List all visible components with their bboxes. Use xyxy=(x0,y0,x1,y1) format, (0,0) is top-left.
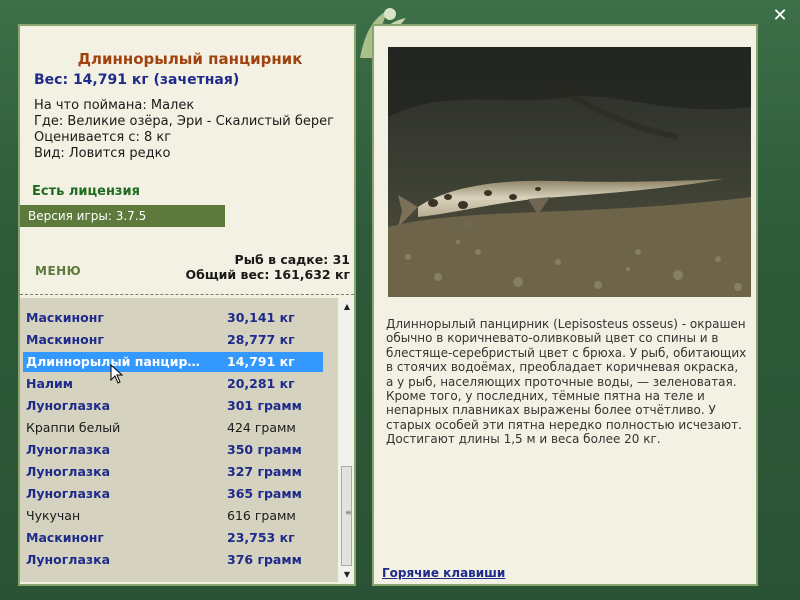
catch-fish-weight: 20,281 кг xyxy=(227,376,295,391)
fish-photo xyxy=(388,47,751,297)
catch-list-item[interactable]: Луноглазка 350 грамм xyxy=(23,440,323,460)
catch-list-item[interactable]: Налим 20,281 кг xyxy=(23,374,323,394)
scroll-down-arrow-icon[interactable]: ▼ xyxy=(340,568,354,582)
scroll-thumb[interactable]: ≡ xyxy=(341,466,352,566)
catch-list-item[interactable]: Маскинонг 23,753 кг xyxy=(23,528,323,548)
catch-fish-name: Луноглазка xyxy=(26,464,111,479)
scroll-up-arrow-icon[interactable]: ▲ xyxy=(340,300,354,314)
catch-fish-name: Маскинонг xyxy=(26,332,104,347)
catch-fish-weight: 365 грамм xyxy=(227,486,302,501)
catch-list-item[interactable]: Краппи белый 424 грамм xyxy=(23,418,323,438)
catch-list-item[interactable]: Маскинонг 28,777 кг xyxy=(23,330,323,350)
catch-fish-name: Чукучан xyxy=(26,508,81,523)
license-status: Есть лицензия xyxy=(32,184,140,199)
catch-fish-name: Луноглазка xyxy=(26,442,111,457)
catch-list-item[interactable]: Луноглазка 301 грамм xyxy=(23,396,323,416)
catch-list-item[interactable]: Длиннорылый панцирник 14,791 кг xyxy=(23,352,323,372)
fish-info-panel: Длиннорылый панцирник Вес: 14,791 кг (за… xyxy=(18,24,356,586)
fish-count: Рыб в садке: 31 xyxy=(234,252,350,267)
catch-list-item[interactable]: Чукучан 616 грамм xyxy=(23,506,323,526)
location-info: Где: Великие озёра, Эри - Скалистый бере… xyxy=(34,114,334,129)
grip-icon: ≡ xyxy=(345,508,352,517)
divider xyxy=(20,294,354,295)
catch-fish-weight: 30,141 кг xyxy=(227,310,295,325)
catch-fish-weight: 424 грамм xyxy=(227,420,296,435)
catch-list-item[interactable]: Маскинонг 30,141 кг xyxy=(23,308,323,328)
catch-fish-weight: 28,777 кг xyxy=(227,332,295,347)
fish-description: Длиннорылый панцирник (Lepisosteus osseu… xyxy=(386,317,747,447)
total-weight: Общий вес: 161,632 кг xyxy=(185,267,351,282)
fish-title: Длиннорылый панцирник xyxy=(77,50,303,68)
game-version-bar: Версия игры: 3.7.5 xyxy=(20,205,225,227)
catch-fish-weight: 350 грамм xyxy=(227,442,302,457)
catch-fish-weight: 376 грамм xyxy=(227,552,302,567)
rarity-info: Вид: Ловится редко xyxy=(34,146,171,161)
mouse-pointer-icon xyxy=(110,364,124,384)
catch-fish-name: Маскинонг xyxy=(26,530,104,545)
fish-detail-panel: Длиннорылый панцирник (Lepisosteus osseu… xyxy=(372,24,758,586)
catch-fish-name: Луноглазка xyxy=(26,398,111,413)
catch-fish-name: Луноглазка xyxy=(26,486,111,501)
bait-info: На что поймана: Малек xyxy=(34,98,195,113)
rating-info: Оценивается с: 8 кг xyxy=(34,130,172,145)
catch-fish-weight: 23,753 кг xyxy=(227,530,295,545)
catch-fish-name: Маскинонг xyxy=(26,310,104,325)
close-icon[interactable]: ✕ xyxy=(770,6,790,26)
catch-list-item[interactable]: Луноглазка 365 грамм xyxy=(23,484,323,504)
catch-fish-weight: 301 грамм xyxy=(227,398,302,413)
list-scrollbar[interactable]: ▲ ≡ ▼ xyxy=(340,300,354,582)
catch-fish-weight: 14,791 кг xyxy=(227,354,295,369)
hotkeys-link[interactable]: Горячие клавиши xyxy=(382,566,505,580)
catch-fish-name: Луноглазка xyxy=(26,552,111,567)
catch-fish-weight: 327 грамм xyxy=(227,464,302,479)
catch-list-item[interactable]: Луноглазка 376 грамм xyxy=(23,550,323,570)
fish-weight: Вес: 14,791 кг (зачетная) xyxy=(34,72,240,88)
catch-list[interactable]: Маскинонг 30,141 кг Маскинонг 28,777 кг Длин… xyxy=(20,298,338,582)
catch-list-item[interactable]: Луноглазка 327 грамм xyxy=(23,462,323,482)
catch-fish-name: Краппи белый xyxy=(26,420,121,435)
catch-fish-weight: 616 грамм xyxy=(227,508,296,523)
menu-button[interactable]: МЕНЮ xyxy=(35,264,81,278)
keepnet-stats: Рыб в садке: 31 Общий вес: 161,632 кг xyxy=(186,252,351,282)
